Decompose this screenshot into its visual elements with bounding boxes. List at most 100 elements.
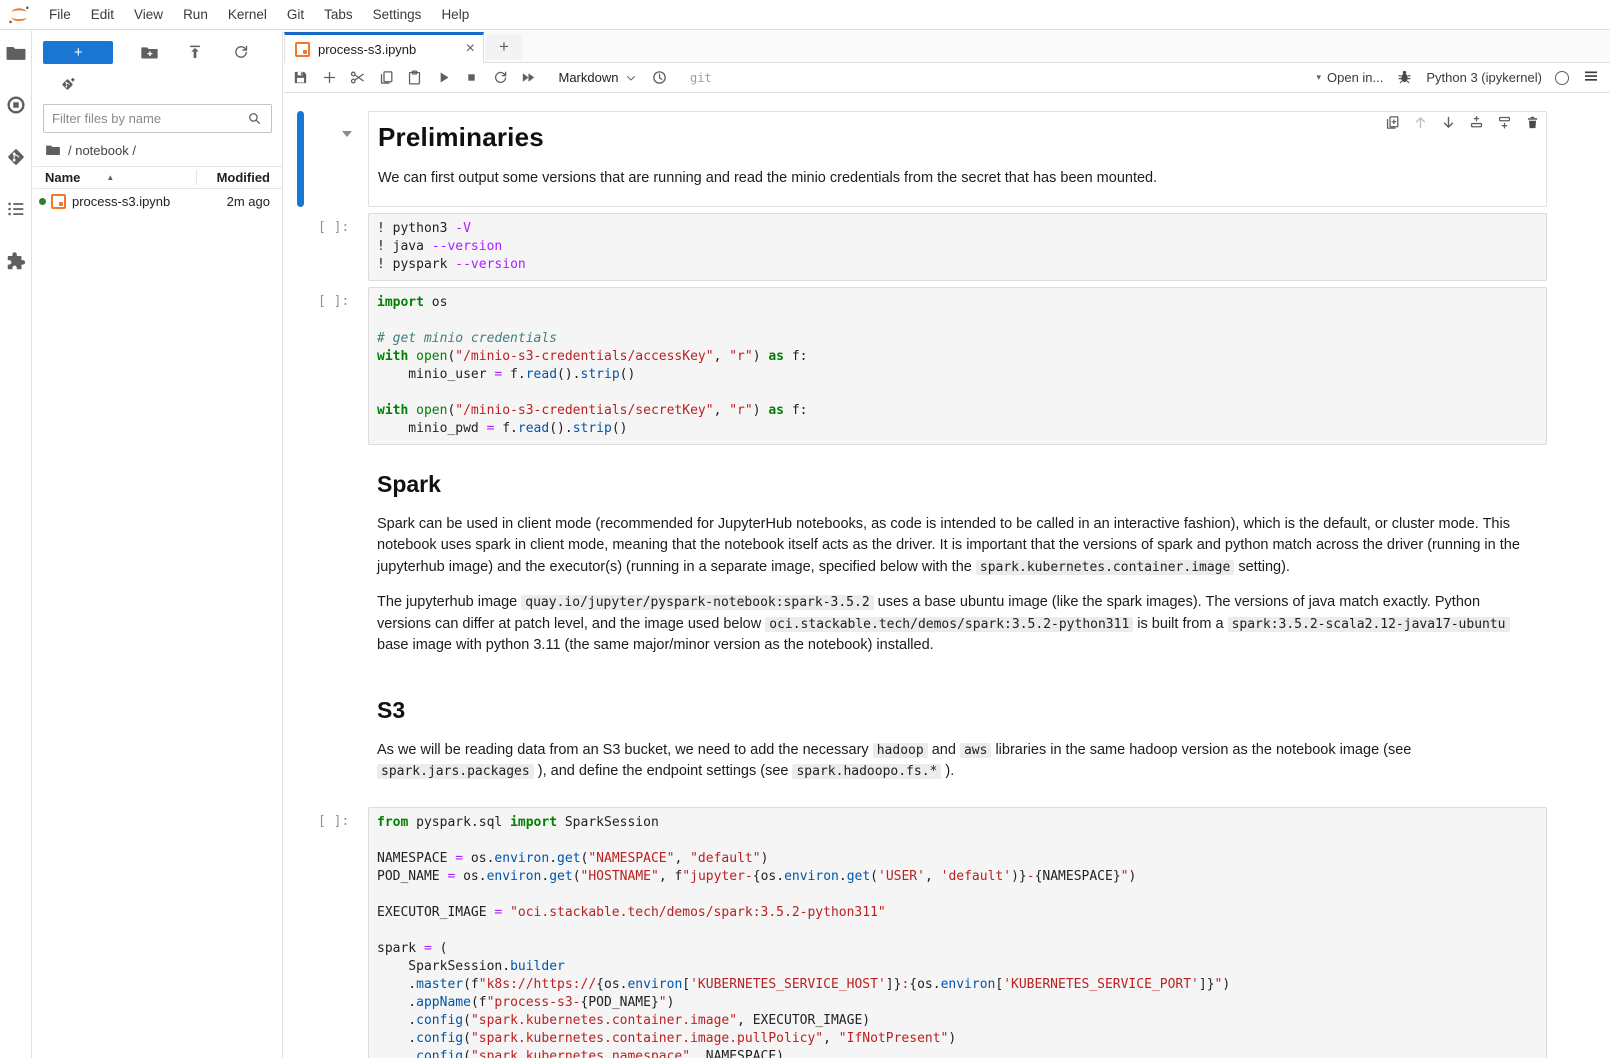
markdown-rendered[interactable]: Spark Spark can be used in client mode (… bbox=[368, 457, 1547, 675]
move-cell-down-icon[interactable] bbox=[1439, 113, 1457, 131]
menu-help[interactable]: Help bbox=[431, 0, 479, 29]
menu-settings[interactable]: Settings bbox=[363, 0, 432, 29]
markdown-heading: Spark bbox=[377, 471, 1533, 498]
insert-cell-above-icon[interactable] bbox=[1467, 113, 1485, 131]
markdown-rendered[interactable]: Preliminaries We can first output some v… bbox=[368, 111, 1547, 207]
notebook-panel: process-s3.ipynb × + bbox=[284, 31, 1610, 1058]
cell-collapser[interactable] bbox=[297, 287, 304, 445]
code-cell-versions[interactable]: [ ]: ! python3 -V! java --version! pyspa… bbox=[297, 213, 1547, 281]
move-cell-up-icon[interactable] bbox=[1411, 113, 1429, 131]
kernel-status-icon[interactable] bbox=[1555, 71, 1569, 85]
kernel-name[interactable]: Python 3 (ipykernel) bbox=[1426, 70, 1542, 85]
column-modified[interactable]: Modified bbox=[196, 170, 282, 185]
markdown-paragraph: As we will be reading data from an S3 bu… bbox=[377, 740, 1533, 783]
folder-icon bbox=[45, 142, 61, 158]
menu-view[interactable]: View bbox=[124, 0, 173, 29]
cell-type-value: Markdown bbox=[559, 70, 619, 85]
cell-type-dropdown[interactable]: Markdown bbox=[559, 70, 638, 85]
caret-down-icon: ▾ bbox=[1316, 72, 1321, 83]
new-launcher-button[interactable]: + bbox=[43, 41, 113, 64]
duplicate-cell-icon[interactable] bbox=[1383, 113, 1401, 131]
copy-cells-button[interactable] bbox=[378, 69, 395, 86]
insert-cell-below-icon[interactable] bbox=[1495, 113, 1513, 131]
toolbar-right-group: ▾ Open in... Python 3 (ipykernel) bbox=[1316, 67, 1600, 88]
markdown-cell-preliminaries[interactable]: Preliminaries We can first output some v… bbox=[297, 111, 1547, 207]
table-of-contents-icon[interactable] bbox=[4, 197, 28, 221]
restart-kernel-button[interactable] bbox=[492, 69, 509, 86]
cell-toolbar bbox=[1383, 113, 1541, 131]
markdown-rendered[interactable]: S3 As we will be reading data from an S3… bbox=[368, 683, 1547, 801]
file-list-header: Name ▲ Modified bbox=[33, 166, 282, 189]
search-icon bbox=[246, 110, 263, 127]
cell-collapser[interactable] bbox=[297, 683, 304, 801]
chevron-down-icon bbox=[625, 72, 637, 84]
new-folder-button[interactable] bbox=[135, 40, 164, 64]
menu-file[interactable]: File bbox=[39, 0, 81, 29]
sort-ascending-icon: ▲ bbox=[106, 173, 114, 182]
breadcrumb-path: / notebook / bbox=[68, 143, 136, 158]
cut-cells-button[interactable] bbox=[349, 69, 366, 86]
menu-edit[interactable]: Edit bbox=[81, 0, 124, 29]
file-modified: 2m ago bbox=[227, 194, 270, 209]
markdown-heading: Preliminaries bbox=[378, 122, 1532, 153]
heading-collapse-icon[interactable] bbox=[342, 131, 352, 137]
code-editor[interactable]: import os # get minio credentialswith op… bbox=[368, 287, 1547, 445]
input-prompt: [ ]: bbox=[318, 807, 368, 1058]
paste-cells-button[interactable] bbox=[406, 69, 423, 86]
menu-run[interactable]: Run bbox=[173, 0, 218, 29]
menu-tabs[interactable]: Tabs bbox=[314, 0, 363, 29]
code-cell-minio-credentials[interactable]: [ ]: import os # get minio credentialswi… bbox=[297, 287, 1547, 445]
git-panel-icon[interactable] bbox=[4, 145, 28, 169]
dock-tab-bar: process-s3.ipynb × + bbox=[284, 31, 1610, 63]
code-editor[interactable]: ! python3 -V! java --version! pyspark --… bbox=[368, 213, 1547, 281]
open-in-dropdown[interactable]: ▾ Open in... bbox=[1316, 70, 1383, 85]
file-open-indicator bbox=[39, 198, 46, 205]
upload-files-button[interactable] bbox=[181, 40, 210, 64]
notebook-tab-icon bbox=[295, 42, 310, 57]
markdown-cell-s3[interactable]: S3 As we will be reading data from an S3… bbox=[297, 683, 1547, 801]
running-sessions-icon[interactable] bbox=[4, 93, 28, 117]
interrupt-kernel-button[interactable] bbox=[463, 69, 480, 86]
code-editor[interactable]: from pyspark.sql import SparkSession NAM… bbox=[368, 807, 1547, 1058]
input-prompt: [ ]: bbox=[318, 213, 368, 281]
breadcrumb[interactable]: / notebook / bbox=[33, 133, 282, 166]
code-cell-spark-session[interactable]: [ ]: from pyspark.sql import SparkSessio… bbox=[297, 807, 1547, 1058]
column-name[interactable]: Name ▲ bbox=[33, 170, 196, 185]
execution-time-icon[interactable] bbox=[651, 69, 668, 86]
cell-collapser[interactable] bbox=[297, 213, 304, 281]
filter-files-input[interactable] bbox=[52, 111, 246, 126]
file-name: process-s3.ipynb bbox=[72, 194, 227, 209]
app-logo-icon bbox=[6, 3, 32, 27]
file-browser-icon[interactable] bbox=[4, 41, 28, 65]
extension-manager-icon[interactable] bbox=[4, 249, 28, 273]
menu-git[interactable]: Git bbox=[277, 0, 314, 29]
markdown-paragraph: Spark can be used in client mode (recomm… bbox=[377, 514, 1533, 579]
filter-files-box bbox=[43, 104, 272, 133]
notebook-menu-icon[interactable] bbox=[1582, 67, 1600, 88]
input-prompt: [ ]: bbox=[318, 287, 368, 445]
markdown-heading: S3 bbox=[377, 697, 1533, 724]
cell-collapser[interactable] bbox=[297, 457, 304, 675]
debugger-bug-icon[interactable] bbox=[1396, 68, 1413, 88]
cell-collapser[interactable] bbox=[297, 807, 304, 1058]
file-browser-panel: + / notebook / Name ▲ Modified bbox=[33, 31, 283, 1058]
menu-kernel[interactable]: Kernel bbox=[218, 0, 277, 29]
delete-cell-icon[interactable] bbox=[1523, 113, 1541, 131]
file-list-item[interactable]: process-s3.ipynb 2m ago bbox=[33, 189, 282, 214]
markdown-cell-spark[interactable]: Spark Spark can be used in client mode (… bbox=[297, 457, 1547, 675]
markdown-paragraph: The jupyterhub image quay.io/jupyter/pys… bbox=[377, 592, 1533, 657]
refresh-file-list-button[interactable] bbox=[226, 40, 255, 64]
notebook-tab[interactable]: process-s3.ipynb × bbox=[284, 32, 484, 63]
cell-collapser[interactable] bbox=[297, 111, 304, 207]
new-tab-button[interactable]: + bbox=[486, 34, 522, 60]
insert-cell-button[interactable] bbox=[321, 69, 338, 86]
notebook-content: Preliminaries We can first output some v… bbox=[284, 93, 1610, 1058]
markdown-paragraph: We can first output some versions that a… bbox=[378, 168, 1532, 190]
save-button[interactable] bbox=[292, 69, 309, 86]
run-cell-button[interactable] bbox=[435, 69, 452, 86]
close-tab-icon[interactable]: × bbox=[466, 41, 475, 57]
git-clone-button[interactable] bbox=[33, 64, 282, 96]
top-menu-bar: File Edit View Run Kernel Git Tabs Setti… bbox=[0, 0, 1610, 30]
restart-run-all-button[interactable] bbox=[520, 69, 537, 86]
file-browser-toolbar: + bbox=[33, 31, 282, 64]
